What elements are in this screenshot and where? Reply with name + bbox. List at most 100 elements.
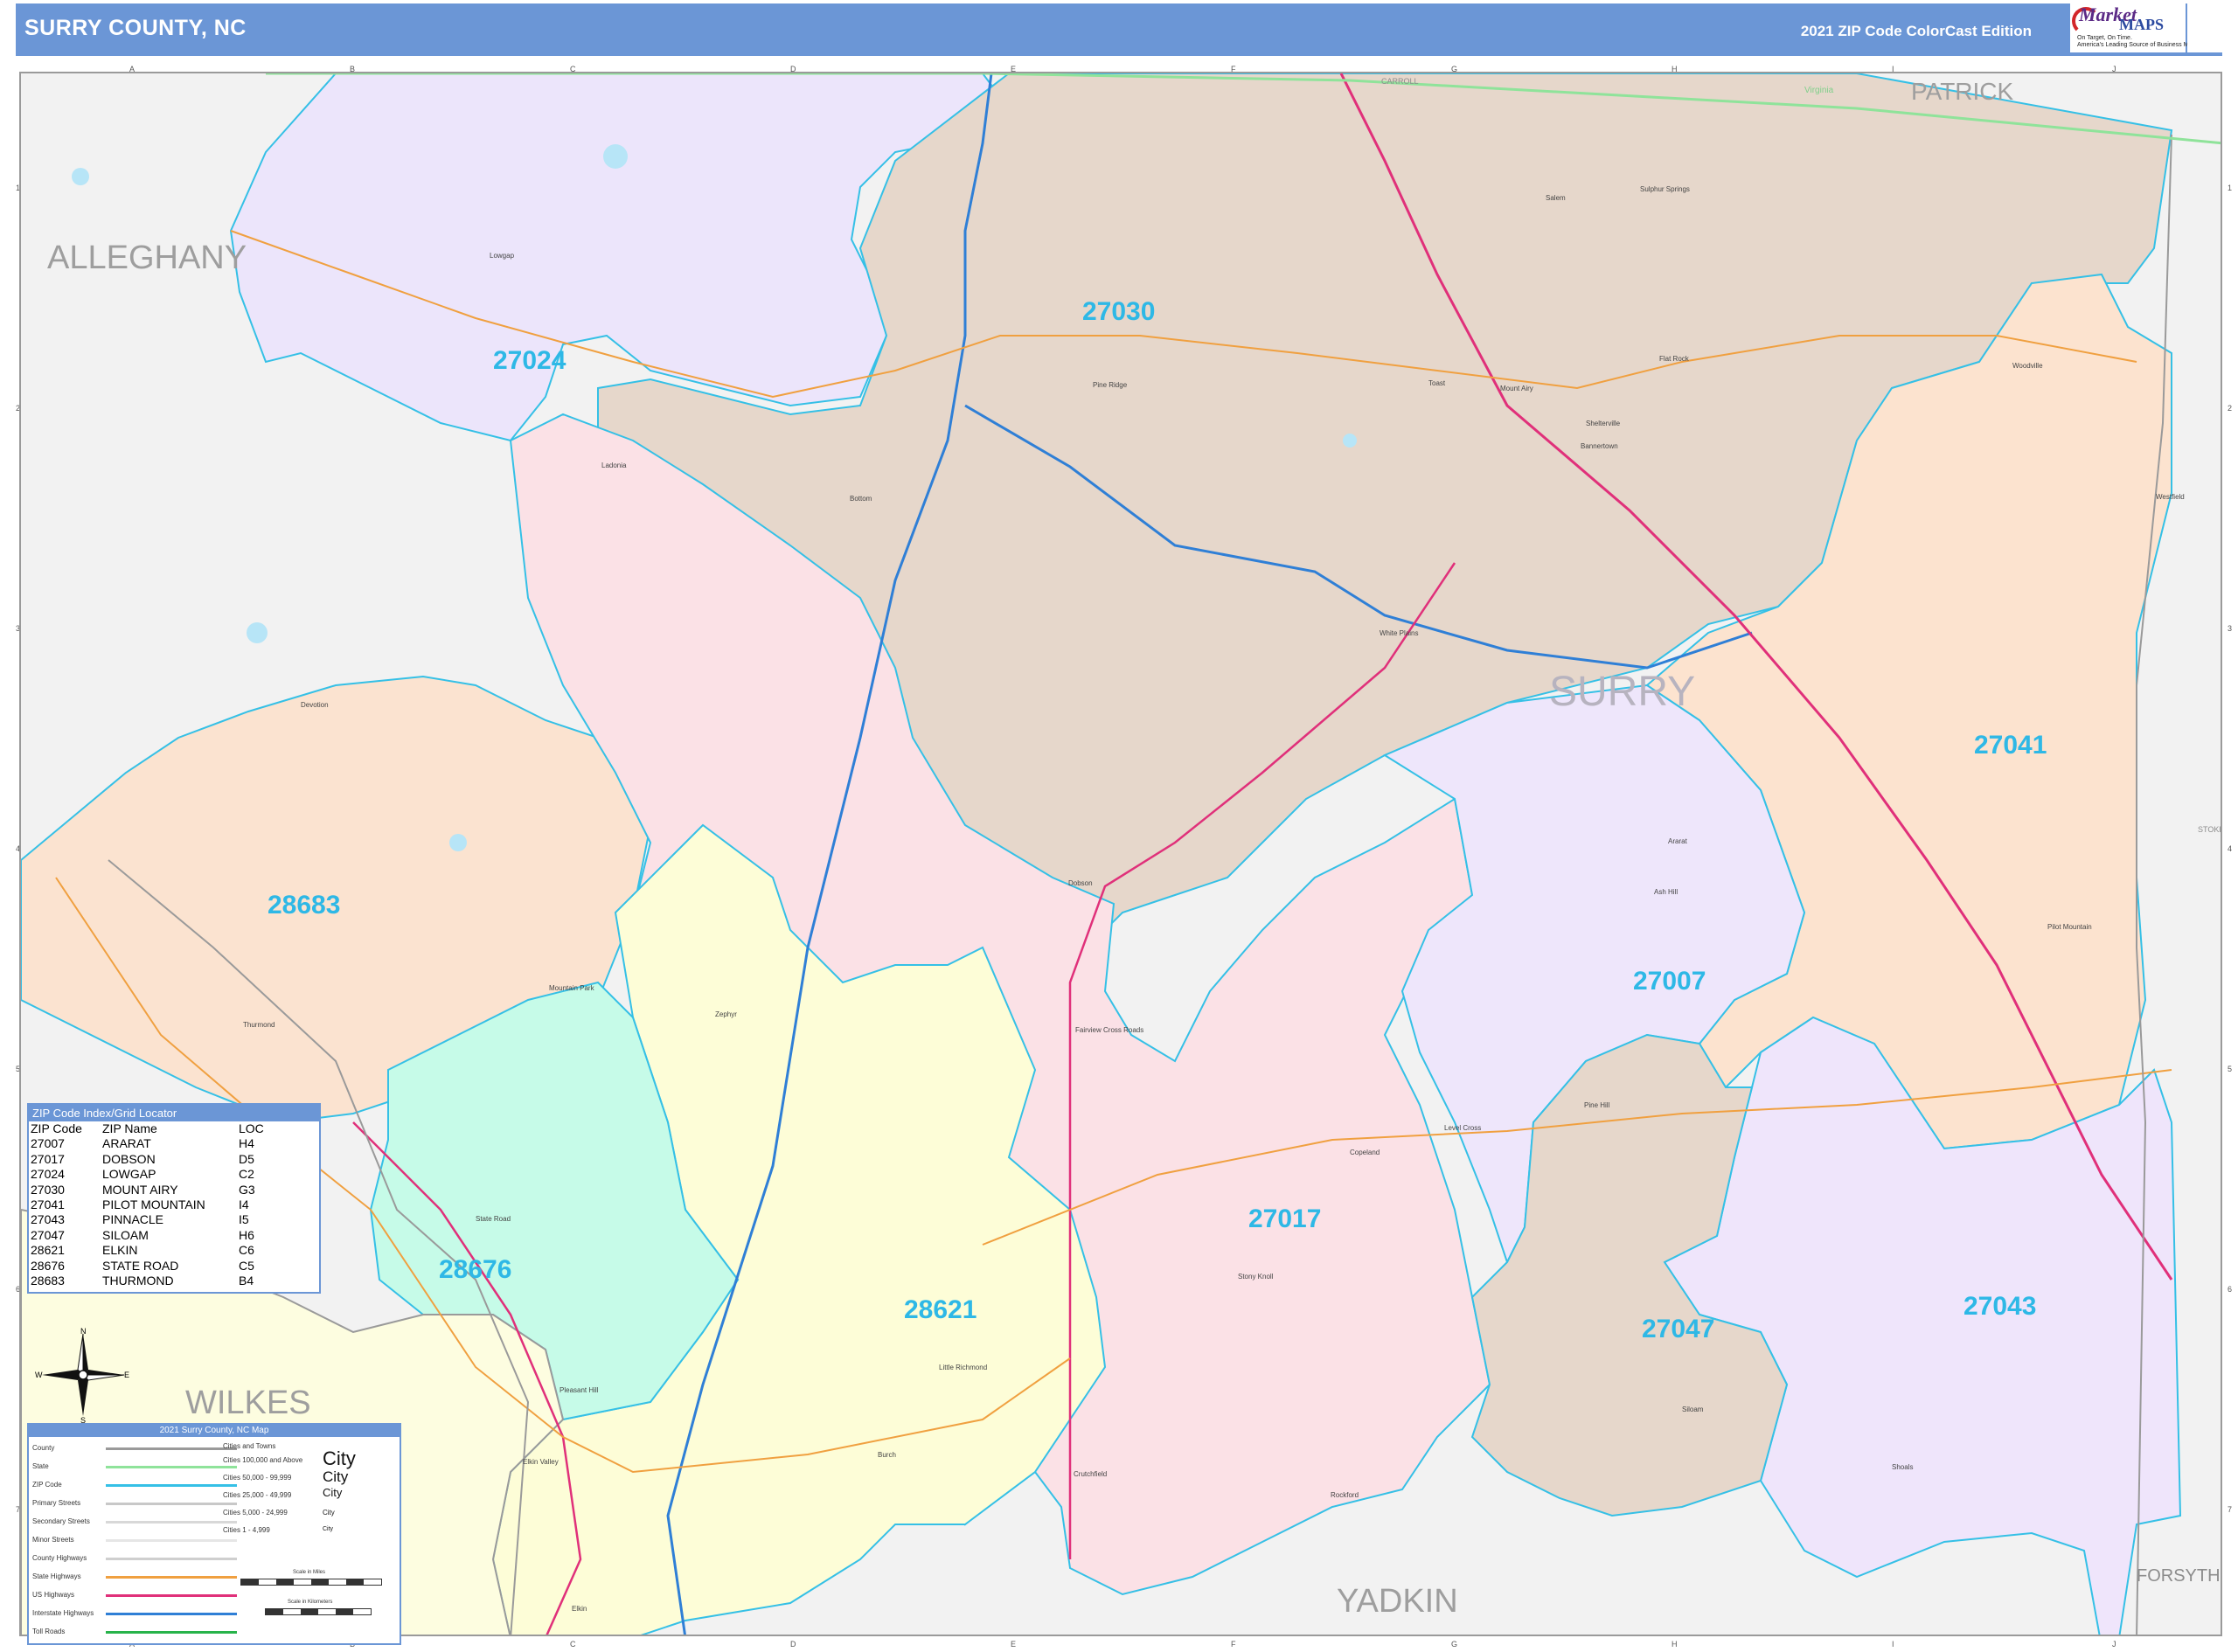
legend-swatch-county — [106, 1447, 237, 1450]
legend-label-toll: Toll Roads — [32, 1628, 66, 1635]
legend-city-sample-3: City — [323, 1486, 343, 1499]
legend-swatch-interstate — [106, 1613, 237, 1615]
legend-city-sample-1: City — [323, 1447, 356, 1469]
state-label-virginia: Virginia — [1804, 86, 1834, 95]
compass-n: N — [80, 1327, 87, 1336]
grid-row-label: 5 — [2228, 1065, 2233, 1073]
place-dobson: Dobson — [1068, 879, 1093, 887]
place-little-richmond: Little Richmond — [939, 1364, 988, 1371]
place-shelterville: Shelterville — [1586, 420, 1621, 427]
map-canvas[interactable]: ALLEGHANY WILKES YADKIN PATRICK FORSYTH … — [19, 72, 2222, 1636]
zip-index-row[interactable]: 28676 STATE ROAD C5 — [31, 1259, 268, 1274]
legend-label-state: State — [32, 1462, 49, 1470]
place-burch: Burch — [878, 1451, 896, 1459]
place-crutchfield: Crutchfield — [1074, 1470, 1108, 1478]
place-fairview-cross-roads: Fairview Cross Roads — [1075, 1026, 1144, 1034]
zip-label-27007[interactable]: 27007 — [1633, 967, 1706, 996]
legend-city-class-4: Cities 5,000 - 24,999 — [223, 1509, 288, 1517]
zip-index-header-loc: LOC — [239, 1121, 264, 1135]
legend-city-sample-2: City — [323, 1468, 349, 1485]
compass-rose-icon: N S E W — [35, 1327, 131, 1425]
zip-label-27017[interactable]: 27017 — [1248, 1204, 1321, 1234]
place-elkin-valley: Elkin Valley — [523, 1458, 559, 1466]
zip-index-row[interactable]: 27017 DOBSON D5 — [31, 1152, 268, 1167]
county-label-stokes: STOKES — [2198, 825, 2221, 834]
grid-column-label: H — [1672, 1640, 1678, 1649]
place-flat-rock: Flat Rock — [1659, 355, 1689, 363]
place-shoals: Shoals — [1892, 1463, 1914, 1471]
zip-label-27043[interactable]: 27043 — [1963, 1292, 2036, 1322]
place-lowgap: Lowgap — [490, 252, 515, 260]
county-label-patrick: PATRICK — [1911, 78, 2014, 105]
place-sulphur-springs: Sulphur Springs — [1640, 185, 1690, 193]
legend-label-zip: ZIP Code — [32, 1481, 62, 1489]
zip-index-row[interactable]: 27047 SILOAM H6 — [31, 1228, 268, 1243]
zip-index-row[interactable]: 28621 ELKIN C6 — [31, 1243, 268, 1258]
county-label-forsyth: FORSYTH — [2137, 1566, 2221, 1586]
legend-scale-miles-bar — [240, 1579, 382, 1586]
grid-column-label: J — [2112, 1640, 2116, 1649]
grid-column-label: G — [1451, 1640, 1458, 1649]
zip-label-28621[interactable]: 28621 — [904, 1295, 977, 1325]
zip-index-row[interactable]: 27024 LOWGAP C2 — [31, 1167, 268, 1182]
map-edition: 2021 ZIP Code ColorCast Edition — [1800, 23, 2032, 39]
legend-label-county: County — [32, 1444, 55, 1452]
county-label-carroll: CARROLL — [1381, 77, 1419, 86]
place-siloam: Siloam — [1682, 1406, 1704, 1413]
legend-label-minor: Minor Streets — [32, 1536, 74, 1544]
zip-index-row[interactable]: 27030 MOUNT AIRY G3 — [31, 1183, 268, 1197]
lake — [1343, 434, 1357, 448]
legend-city-sample-4: City — [323, 1509, 335, 1517]
logo-word-maps: MAPS — [2119, 16, 2164, 33]
zip-label-28676[interactable]: 28676 — [439, 1255, 511, 1285]
place-bannertown: Bannertown — [1581, 442, 1618, 450]
legend-label-interstate: Interstate Highways — [32, 1609, 94, 1617]
market-maps-logo: Market MAPS On Target, On Time. America's… — [2070, 2, 2199, 52]
legend-swatch-primary — [106, 1503, 237, 1505]
place-pilot-mountain: Pilot Mountain — [2047, 923, 2092, 931]
grid-column-label: D — [790, 1640, 796, 1649]
zip-label-27024[interactable]: 27024 — [493, 346, 566, 376]
compass-w: W — [35, 1371, 43, 1379]
zip-index-row[interactable]: 27041 PILOT MOUNTAIN I4 — [31, 1197, 268, 1212]
place-bottom: Bottom — [850, 495, 872, 503]
grid-column-label: C — [570, 1640, 576, 1649]
place-stony-knoll: Stony Knoll — [1238, 1273, 1274, 1281]
lake — [603, 144, 628, 169]
map-title: SURRY COUNTY, NC — [24, 16, 247, 40]
legend-city-class-5: Cities 1 - 4,999 — [223, 1526, 270, 1534]
compass-s: S — [80, 1416, 86, 1423]
county-label-surry: SURRY — [1549, 669, 1696, 715]
zip-label-27047[interactable]: 27047 — [1642, 1315, 1714, 1344]
place-ash-hill: Ash Hill — [1654, 888, 1678, 896]
zip-index-row[interactable]: 27043 PINNACLE I5 — [31, 1212, 268, 1227]
zip-label-28683[interactable]: 28683 — [268, 891, 340, 920]
place-pine-hill: Pine Hill — [1584, 1101, 1610, 1109]
map-header: SURRY COUNTY, NC 2021 ZIP Code ColorCast… — [16, 3, 2222, 56]
place-westfield: Westfield — [2156, 493, 2185, 501]
place-copeland: Copeland — [1350, 1149, 1380, 1156]
zip-index-header-zip: ZIP Code — [31, 1121, 82, 1135]
grid-row-label: 1 — [2228, 184, 2233, 192]
place-mountain-park: Mountain Park — [549, 984, 594, 992]
grid-row-label: 4 — [2228, 844, 2233, 853]
place-pine-ridge: Pine Ridge — [1093, 381, 1128, 389]
grid-row-label: 2 — [2228, 404, 2233, 413]
zip-index-row[interactable]: 28683 THURMOND B4 — [31, 1274, 268, 1288]
legend-scale-km-bar — [265, 1608, 372, 1615]
place-pleasant-hill: Pleasant Hill — [560, 1386, 599, 1394]
place-white-plains: White Plains — [1380, 629, 1419, 637]
logo-tagline: On Target, On Time. America's Leading Sou… — [2077, 35, 2199, 48]
legend-label-state-hwy: State Highways — [32, 1572, 81, 1580]
legend-label-primary: Primary Streets — [32, 1499, 81, 1507]
legend-label-county-hwy: County Highways — [32, 1554, 87, 1562]
zip-label-27041[interactable]: 27041 — [1974, 731, 2047, 760]
place-devotion: Devotion — [301, 701, 329, 709]
grid-rows-right: 1 2 3 4 5 6 7 — [2226, 72, 2238, 1636]
grid-row-label: 3 — [2228, 624, 2233, 633]
legend-swatch-toll — [106, 1631, 237, 1634]
zip-index-panel: ZIP Code Index/Grid Locator ZIP Code ZIP… — [27, 1103, 321, 1294]
grid-column-label: E — [1011, 1640, 1017, 1649]
zip-label-27030[interactable]: 27030 — [1082, 297, 1155, 327]
zip-index-row[interactable]: 27007 ARARAT H4 — [31, 1136, 268, 1151]
